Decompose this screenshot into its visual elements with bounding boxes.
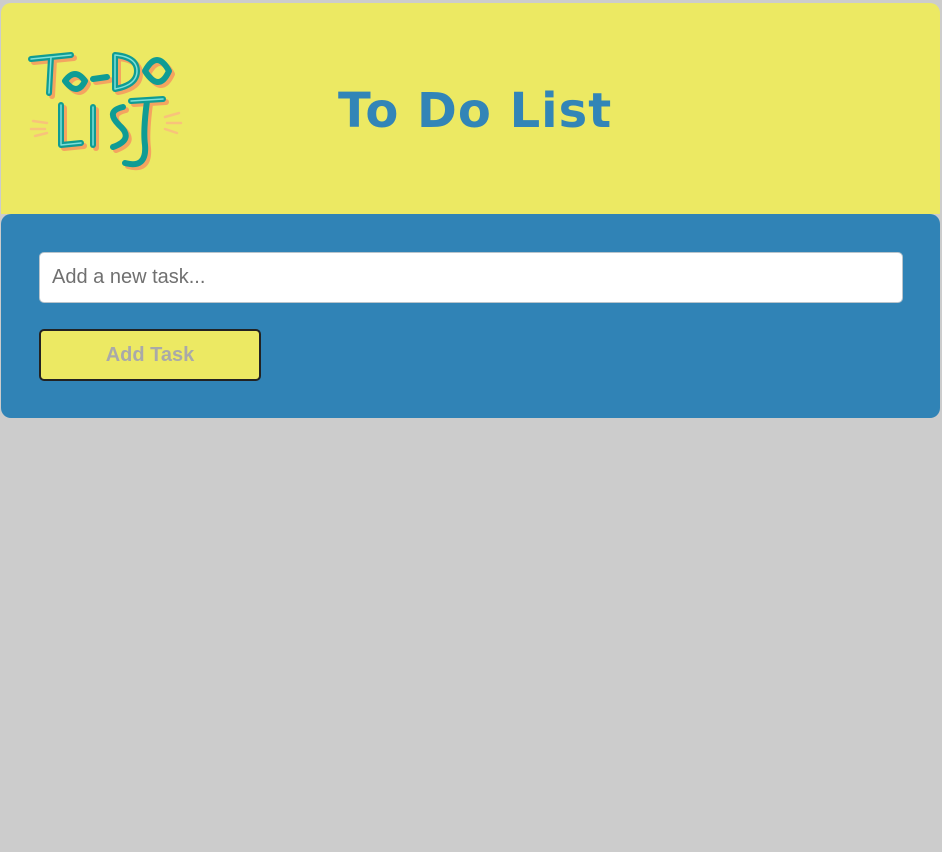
todo-list-logo xyxy=(28,52,183,171)
app-header: To Do List xyxy=(1,3,940,214)
task-input-panel: Add Task xyxy=(1,214,940,418)
todo-app: To Do List Add Task xyxy=(1,3,940,418)
add-task-button[interactable]: Add Task xyxy=(39,329,261,381)
page-title: To Do List xyxy=(338,83,613,139)
new-task-input[interactable] xyxy=(39,252,903,303)
